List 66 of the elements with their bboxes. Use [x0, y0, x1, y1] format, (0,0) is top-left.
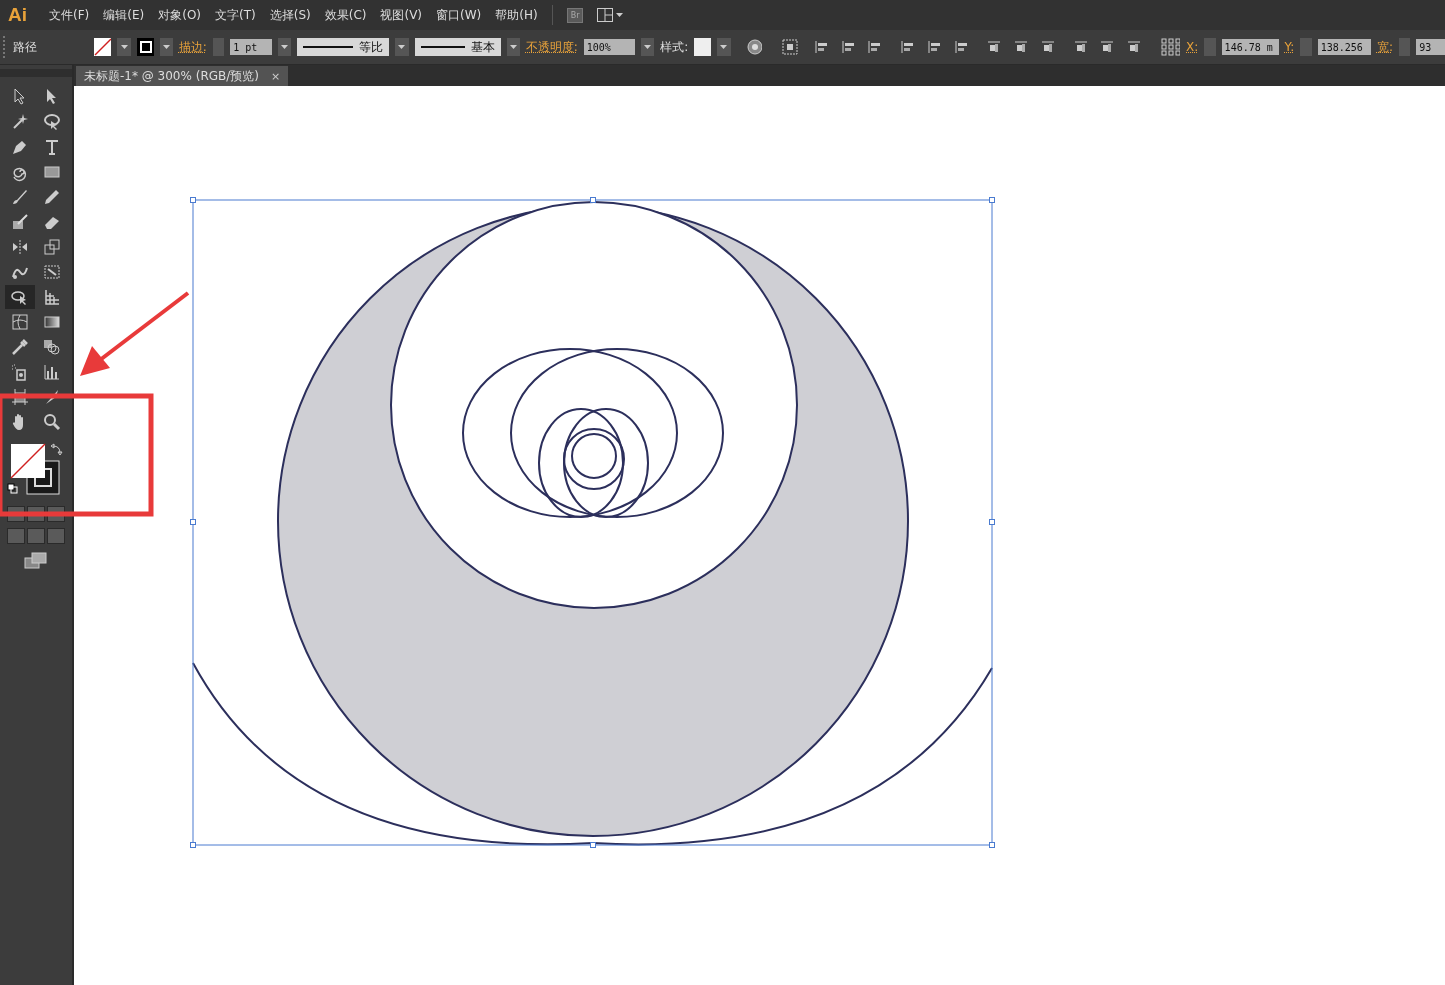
dropdown-button[interactable]: [395, 38, 409, 56]
opacity-field[interactable]: 100%: [583, 39, 636, 55]
blob-brush-icon: [10, 212, 30, 232]
pencil-icon: [42, 187, 62, 207]
menu-item[interactable]: 选择(S): [269, 6, 311, 24]
dropdown-button[interactable]: [641, 38, 655, 56]
menu-item[interactable]: 文字(T): [215, 6, 256, 24]
width-profile-dropdown[interactable]: 等比: [297, 38, 390, 56]
artboard-icon: [10, 387, 30, 407]
default-colors-icon[interactable]: [7, 483, 18, 494]
dropdown-button[interactable]: [717, 38, 731, 56]
x-field[interactable]: 146.78 m: [1221, 39, 1279, 55]
caret-icon: [162, 45, 170, 49]
caret-icon: [720, 45, 728, 49]
menu-item[interactable]: 效果(C): [324, 6, 367, 24]
style-swatch-icon[interactable]: [694, 38, 712, 56]
paintbrush-icon: [10, 187, 30, 207]
menu-item[interactable]: 窗口(W): [436, 6, 482, 24]
dropdown-button[interactable]: [117, 38, 131, 56]
stroke-weight-field[interactable]: 1 pt: [230, 39, 273, 55]
dropdown-button[interactable]: [506, 38, 520, 56]
menu-item[interactable]: 帮助(H): [495, 6, 538, 24]
recolor-icon[interactable]: [746, 39, 762, 55]
no-fill-swatch-icon[interactable]: [94, 38, 112, 56]
screen-mode-icon[interactable]: [24, 552, 48, 570]
blend-icon: [42, 337, 62, 357]
caret-icon: [398, 45, 406, 49]
swap-arrows-icon[interactable]: [50, 443, 63, 456]
eyedropper-icon: [10, 337, 30, 357]
free-transform-icon: [42, 262, 62, 282]
perspective-grid-icon: [42, 287, 62, 307]
menu-item[interactable]: 文件(F): [49, 6, 90, 24]
dropdown-button[interactable]: [159, 38, 173, 56]
menu-item[interactable]: 视图(V): [380, 6, 423, 24]
column-graph-icon: [42, 362, 62, 382]
style-label: 样式:: [660, 38, 689, 56]
caret-icon: [509, 45, 517, 49]
stroke-label: 描边:: [178, 38, 207, 56]
opacity-label: 不透明度:: [525, 38, 578, 56]
no-fill-swatch[interactable]: [10, 443, 46, 479]
workspace-layout-icon[interactable]: [597, 8, 624, 22]
width-field[interactable]: 93: [1416, 39, 1445, 55]
menu-item[interactable]: 对象(O): [158, 6, 202, 24]
app-logo: Ai: [8, 4, 27, 26]
tool-button[interactable]: [5, 285, 35, 309]
magnifier-icon: [42, 412, 62, 432]
stroke-swatch-icon[interactable]: [136, 38, 154, 56]
mesh-icon: [10, 312, 30, 332]
dropdown-button[interactable]: [278, 38, 292, 56]
caret-icon: [281, 45, 289, 49]
scale-icon: [42, 237, 62, 257]
caret-icon: [644, 45, 652, 49]
x-label: X:: [1186, 40, 1199, 54]
align-target-icon[interactable]: [781, 39, 799, 55]
document-tab[interactable]: 未标题-1* @ 300% (RGB/预览) ×: [76, 66, 289, 86]
width-label: 宽:: [1376, 38, 1393, 56]
caret-icon: [120, 45, 128, 49]
selection-label: 路径: [12, 38, 38, 56]
brush-dropdown[interactable]: 基本: [414, 38, 501, 56]
y-label: Y:: [1284, 40, 1295, 54]
y-field[interactable]: 138.256: [1317, 39, 1371, 55]
lasso-icon: [42, 112, 62, 132]
transform-grid-icon[interactable]: [1161, 38, 1180, 56]
reflect-icon: [10, 237, 30, 257]
menu-item[interactable]: 编辑(E): [103, 6, 145, 24]
close-tab-button[interactable]: ×: [271, 69, 281, 83]
